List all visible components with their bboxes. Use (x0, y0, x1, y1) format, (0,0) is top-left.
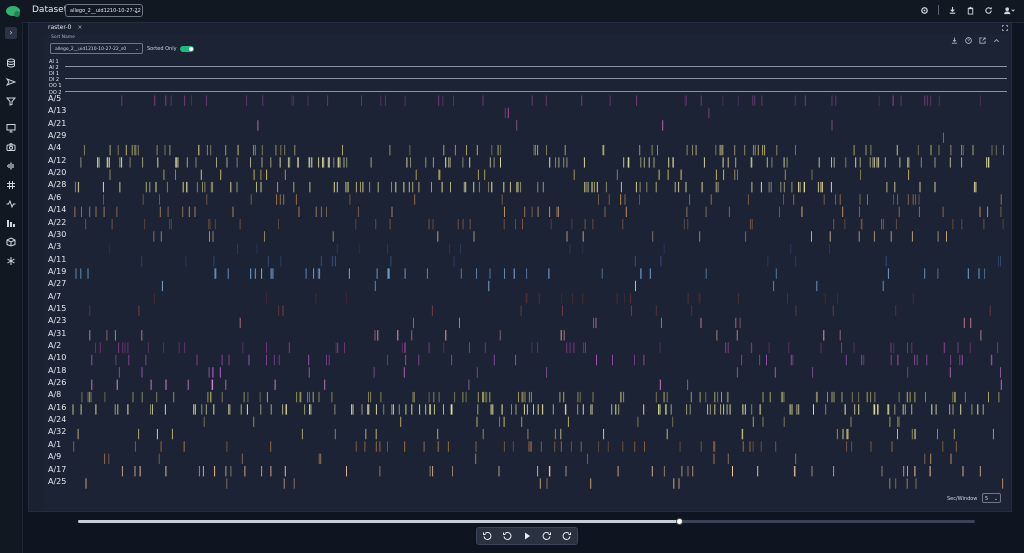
chevron-down-icon: ⌄ (993, 496, 998, 502)
timeline-progress (78, 520, 679, 523)
forward-5-icon[interactable] (542, 531, 552, 541)
rewind-10-icon[interactable] (482, 531, 492, 541)
timeline-thumb[interactable] (675, 518, 683, 525)
sec-window-value: 5 (985, 496, 989, 502)
timeline-slider[interactable] (78, 518, 975, 525)
rewind-5-icon[interactable] (502, 531, 512, 541)
play-icon[interactable] (522, 531, 532, 541)
sec-window-label: Sec/Window (947, 496, 978, 502)
spike-raster (72, 95, 1004, 489)
forward-10-icon[interactable] (562, 531, 572, 541)
sec-window-select[interactable]: 5 ⌄ (982, 493, 1001, 503)
transport-controls (476, 527, 578, 545)
